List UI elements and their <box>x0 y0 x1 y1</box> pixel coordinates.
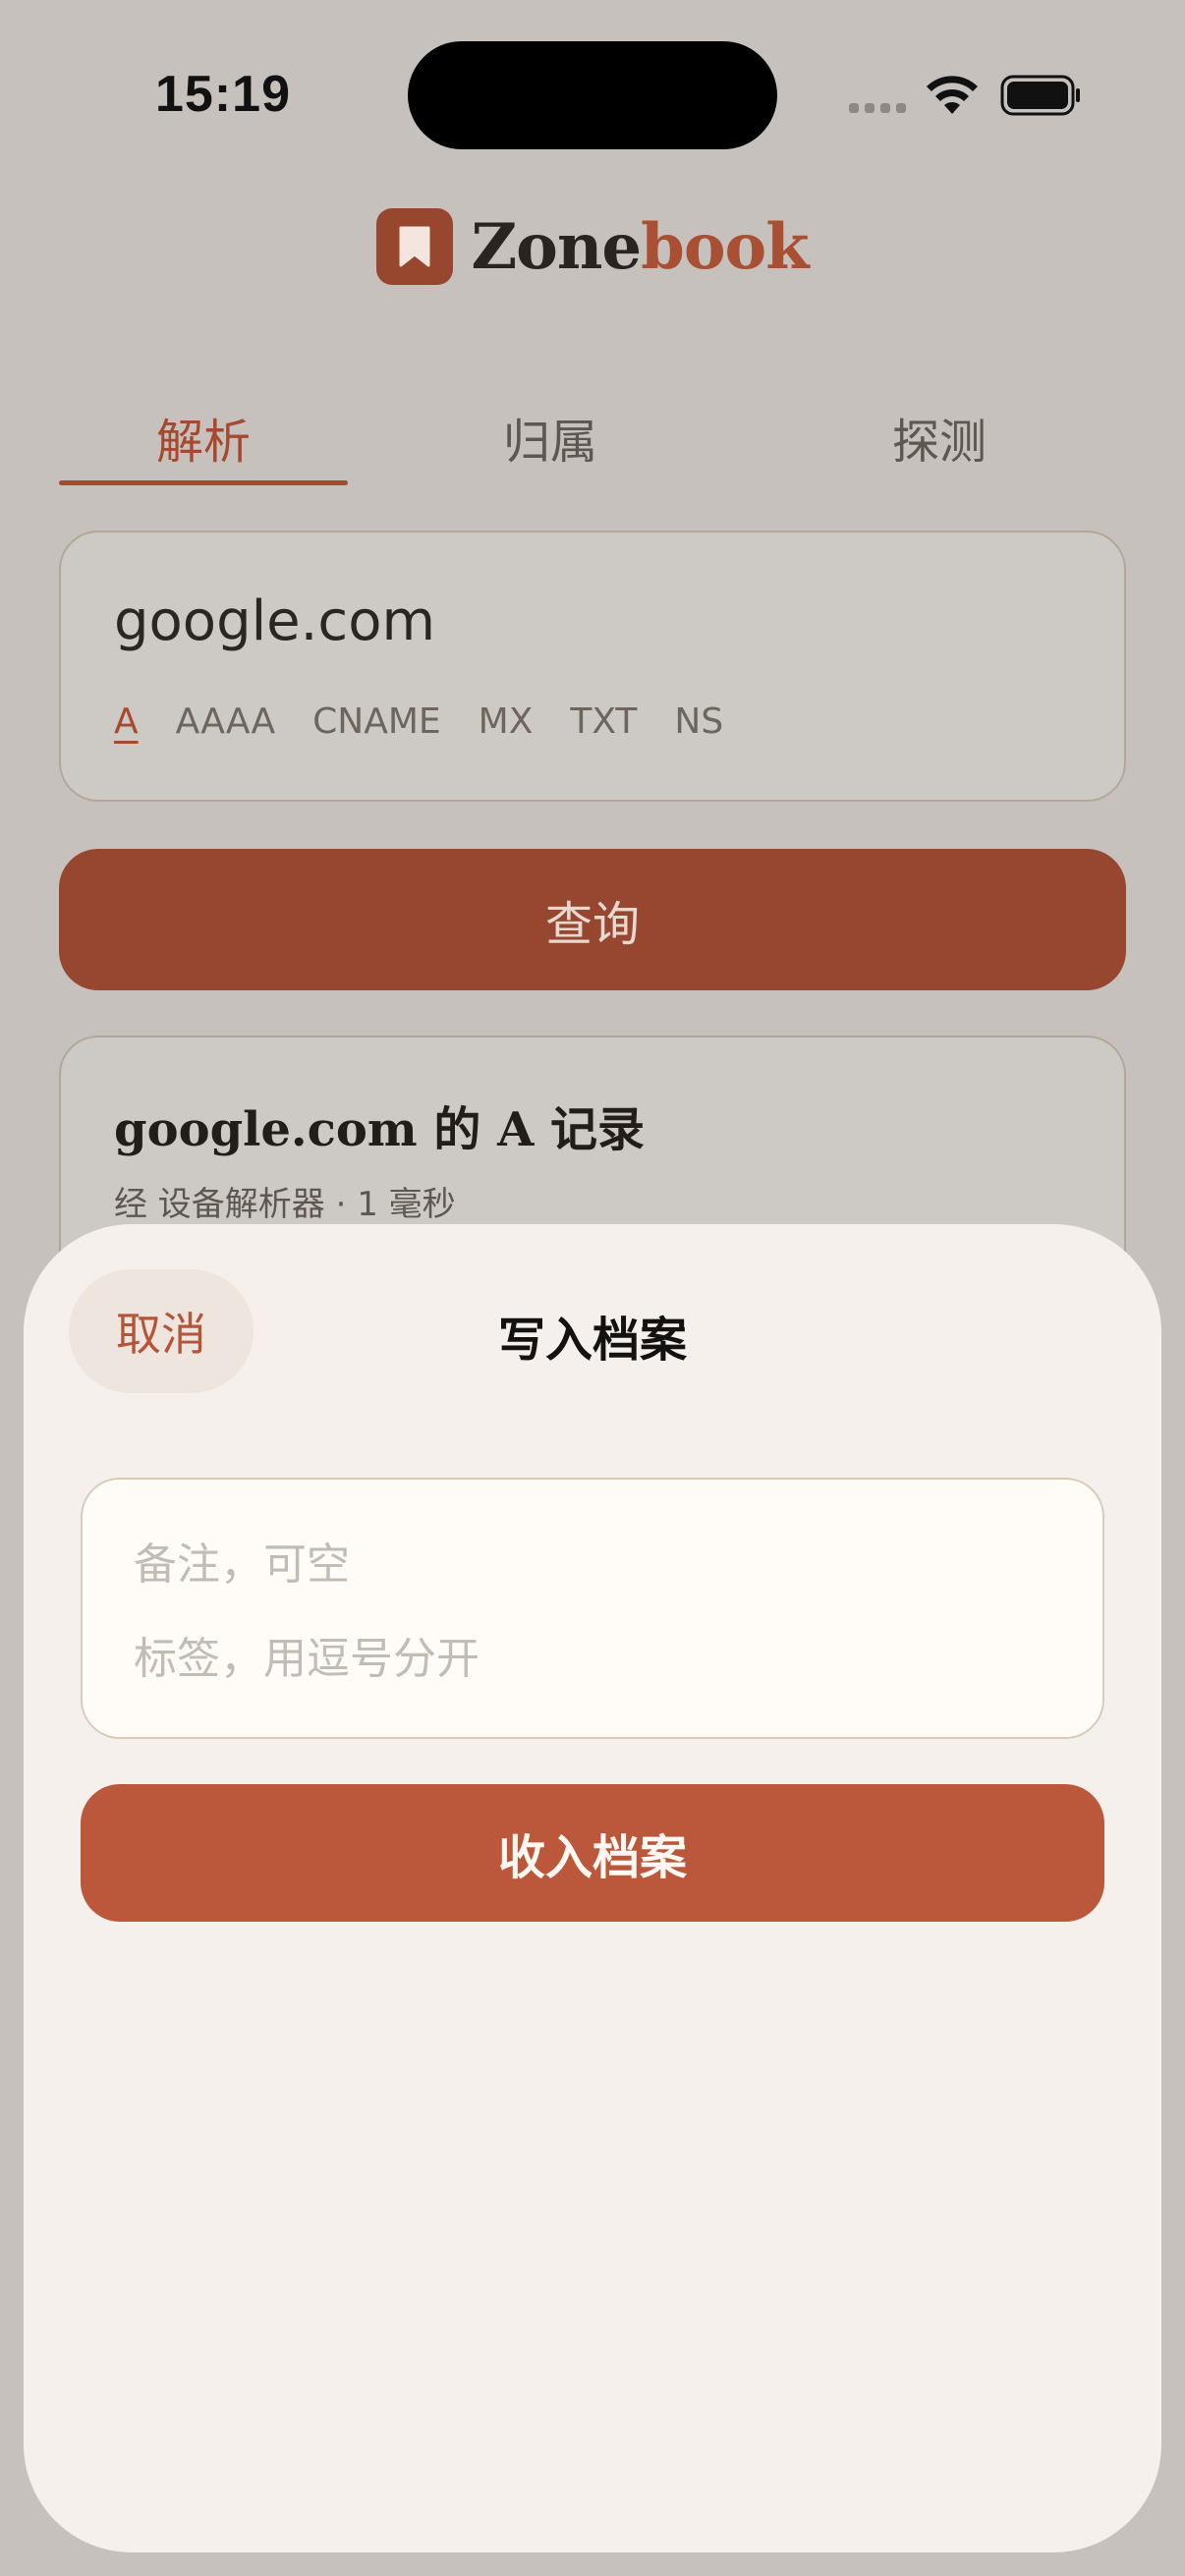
tab-ownership[interactable]: 归属 <box>348 393 753 485</box>
domain-input[interactable] <box>114 589 998 653</box>
tab-bar: 解析 归属 探测 <box>59 393 1126 485</box>
status-time: 15:19 <box>155 66 291 123</box>
sheet-title: 写入档案 <box>497 1313 687 1368</box>
record-type-a[interactable]: A <box>114 701 139 742</box>
query-button[interactable]: 查询 <box>59 849 1126 990</box>
archive-sheet: 取消 写入档案 收入档案 <box>24 1224 1161 2552</box>
archive-form <box>81 1478 1104 1739</box>
record-type-ns[interactable]: NS <box>674 701 723 742</box>
bookmark-icon <box>376 208 454 285</box>
result-title: google.com 的 A 记录 <box>114 1102 646 1157</box>
result-subtitle: 经 设备解析器 · 1 毫秒 <box>114 1185 456 1224</box>
app-name: Zonebook <box>471 209 809 284</box>
cellular-signal-icon <box>849 103 906 113</box>
app-logo: Zonebook <box>0 208 1185 285</box>
save-to-archive-button[interactable]: 收入档案 <box>81 1784 1104 1922</box>
wifi-icon <box>927 76 978 114</box>
record-type-txt[interactable]: TXT <box>570 701 637 742</box>
battery-icon <box>1000 75 1080 116</box>
record-type-mx[interactable]: MX <box>479 701 534 742</box>
dynamic-island <box>408 41 777 149</box>
note-input[interactable] <box>134 1535 1038 1594</box>
record-type-cname[interactable]: CNAME <box>312 701 441 742</box>
query-card: A AAAA CNAME MX TXT NS <box>59 531 1126 802</box>
tab-resolve[interactable]: 解析 <box>59 393 348 485</box>
tags-input[interactable] <box>134 1629 1038 1688</box>
tab-probe[interactable]: 探测 <box>753 393 1126 485</box>
record-type-aaaa[interactable]: AAAA <box>176 701 276 742</box>
record-type-selector: A AAAA CNAME MX TXT NS <box>114 701 723 742</box>
